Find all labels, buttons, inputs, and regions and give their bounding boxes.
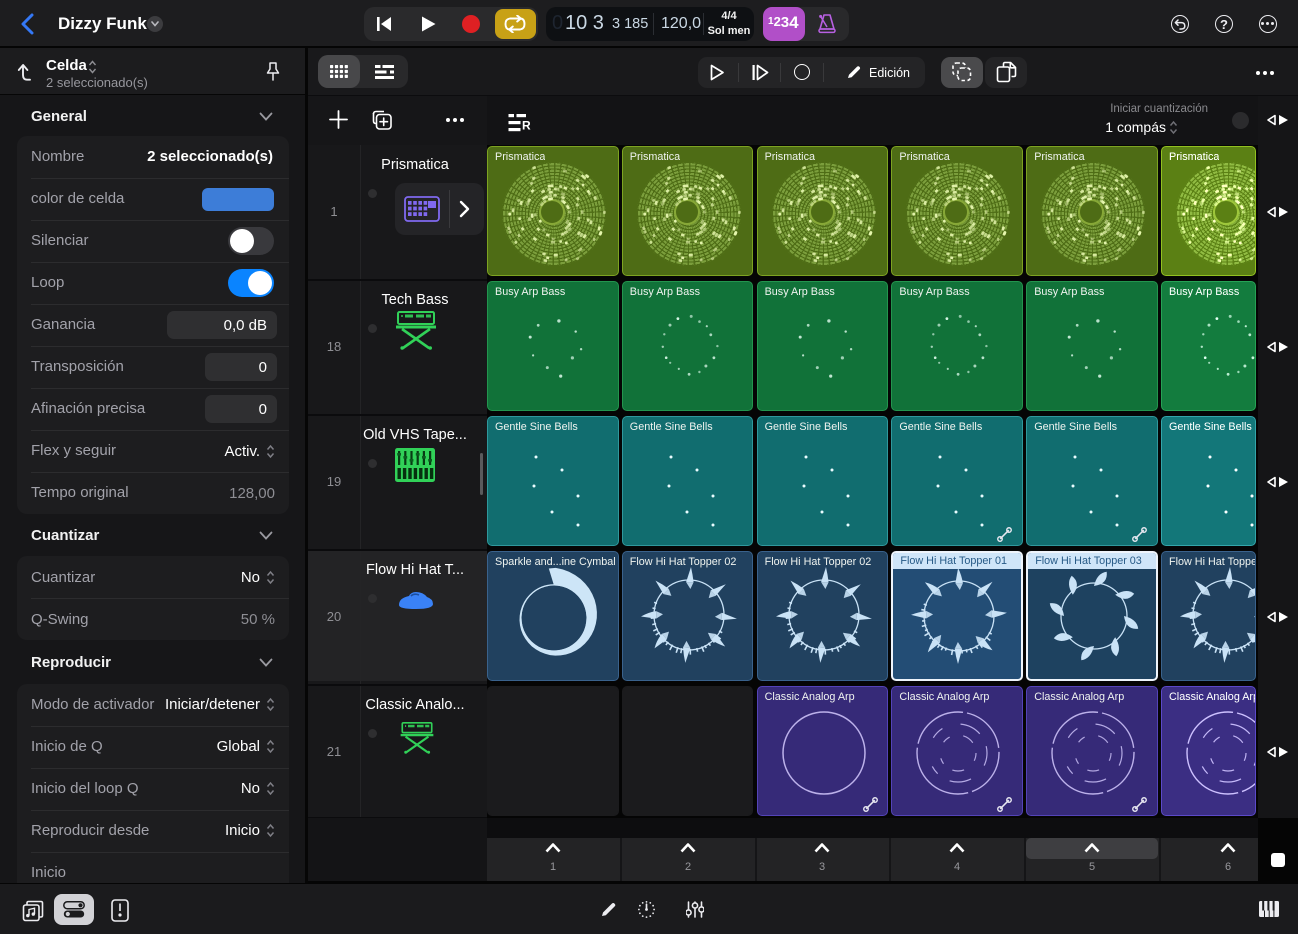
svg-text:R: R (522, 119, 531, 133)
